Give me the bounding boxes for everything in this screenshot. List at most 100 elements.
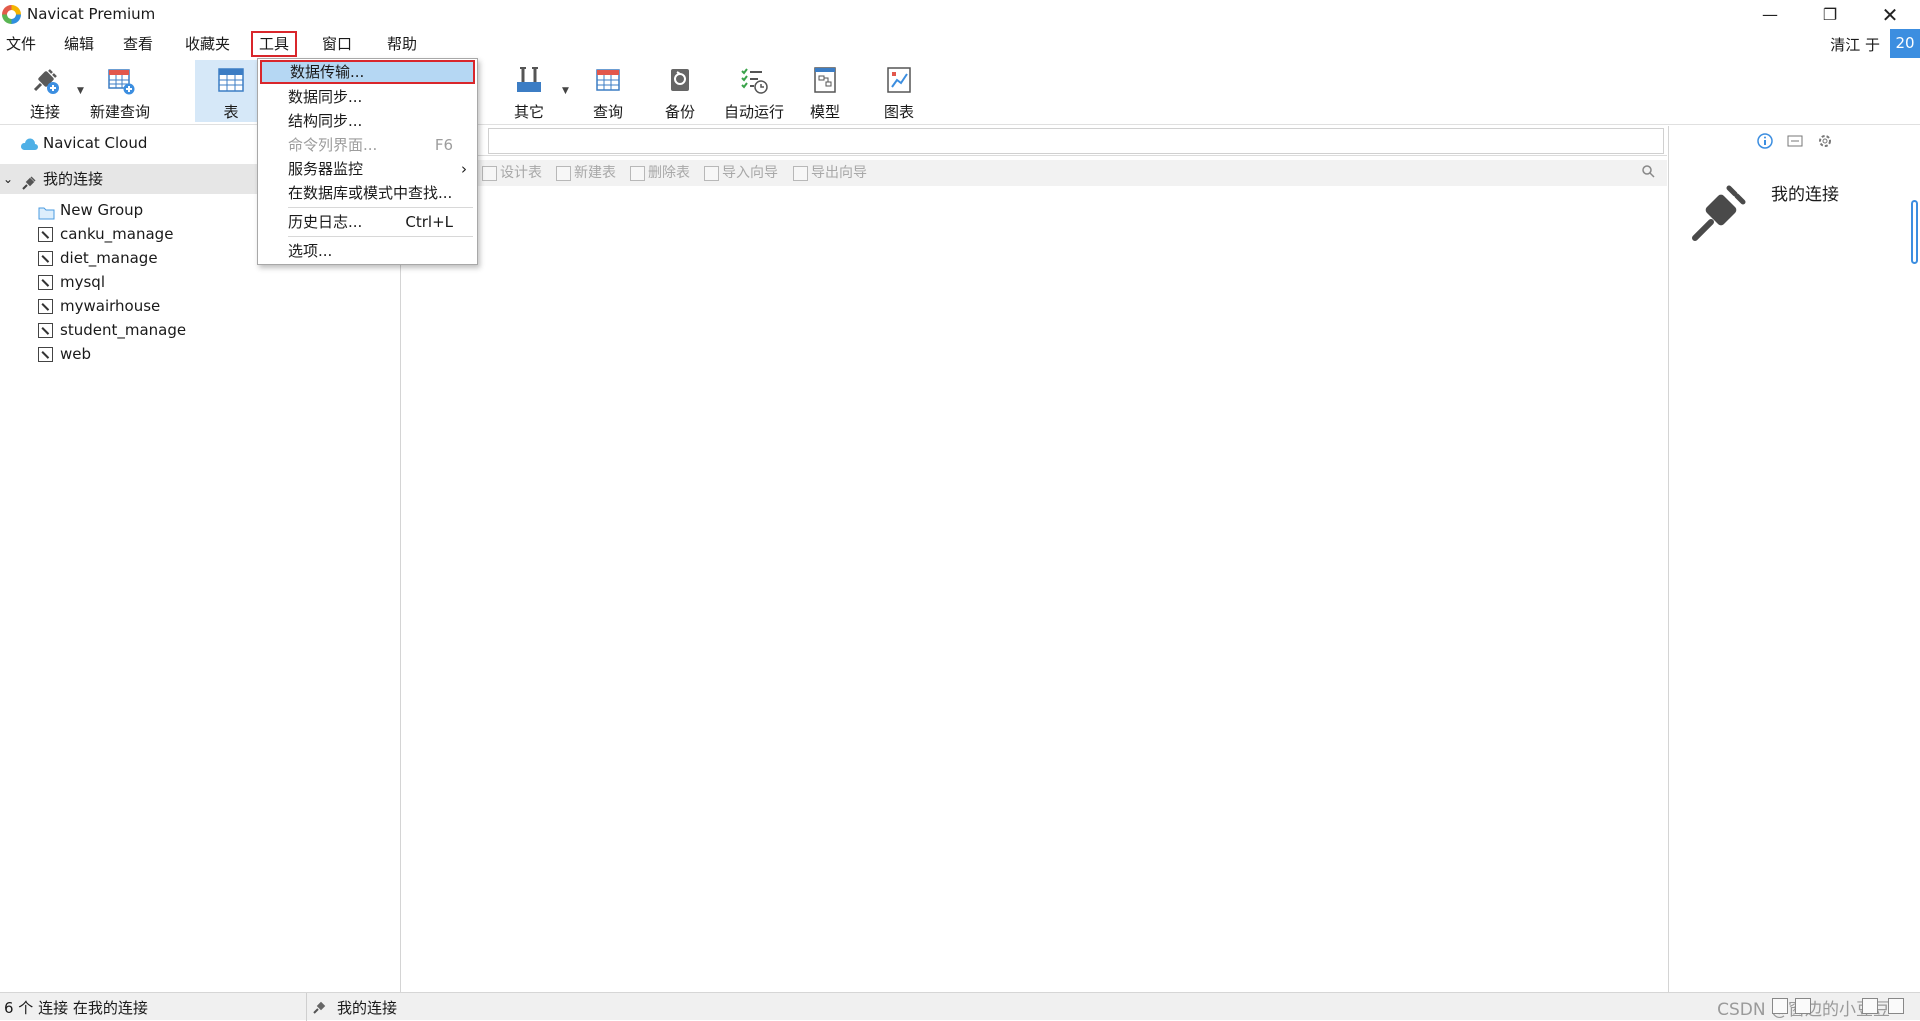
status-bar: 6 个 连接 在我的连接 我的连接 CSDN @窗边的小豆豆 xyxy=(0,992,1920,1021)
tree-item-label: canku_manage xyxy=(60,225,174,243)
status-divider xyxy=(306,993,307,1021)
menu-bar: 文件 编辑 查看 收藏夹 工具 窗口 帮助 清江 于 20 xyxy=(0,29,1920,58)
minimize-icon[interactable]: — xyxy=(1740,0,1800,29)
menu-item-label: 数据同步... xyxy=(288,88,363,106)
cloud-label: Navicat Cloud xyxy=(43,134,148,152)
tree-item-connection[interactable]: student_manage xyxy=(0,318,400,342)
new-query-button[interactable]: 新建查询 xyxy=(88,60,152,122)
menu-window[interactable]: 窗口 xyxy=(316,31,358,57)
other-dropdown-icon[interactable]: ▼ xyxy=(562,86,569,96)
mysql-connection-icon xyxy=(38,347,53,362)
table-icon xyxy=(214,63,248,97)
menu-file[interactable]: 文件 xyxy=(0,31,42,57)
menu-item-find-in-database[interactable]: 在数据库或模式中查找... xyxy=(260,181,475,205)
user-badge[interactable]: 20 xyxy=(1890,29,1920,58)
query-icon xyxy=(591,63,625,97)
settings-icon[interactable] xyxy=(1816,132,1834,150)
tree-item-label: web xyxy=(60,345,92,363)
chart-button[interactable]: 图表 xyxy=(875,60,923,122)
menu-item-label: 命令列界面... xyxy=(288,136,378,154)
info-pane: 我的连接 xyxy=(1668,126,1920,992)
user-name[interactable]: 清江 于 xyxy=(1830,34,1880,55)
menu-item-label: 数据传输... xyxy=(290,63,365,81)
import-wizard-button[interactable]: 导入向导 xyxy=(702,163,778,183)
menu-item-data-transfer[interactable]: 数据传输... xyxy=(260,60,475,84)
menu-item-server-monitor[interactable]: 服务器监控 › xyxy=(260,157,475,181)
design-table-button[interactable]: 设计表 xyxy=(480,163,542,183)
connection-plug-icon xyxy=(21,171,37,201)
schedule-icon xyxy=(737,63,771,97)
other-label: 其它 xyxy=(513,103,544,121)
close-icon[interactable]: ✕ xyxy=(1860,0,1920,29)
mysql-connection-icon xyxy=(38,251,53,266)
ddl-icon[interactable] xyxy=(1786,132,1804,150)
delete-table-button[interactable]: 删除表 xyxy=(628,163,690,183)
object-toolbar: 设计表 新建表 删除表 导入向导 导出向导 xyxy=(402,160,1667,186)
menu-separator xyxy=(288,236,473,237)
connect-label: 连接 xyxy=(29,103,60,121)
object-pane: 设计表 新建表 删除表 导入向导 导出向导 xyxy=(402,126,1667,992)
menu-separator xyxy=(288,207,473,208)
object-filter-input[interactable] xyxy=(488,128,1664,154)
grid-view-icon[interactable] xyxy=(1772,998,1788,1014)
menu-item-label: 结构同步... xyxy=(288,112,363,130)
info-pane-title: 我的连接 xyxy=(1771,185,1839,205)
status-connection-count: 6 个 连接 在我的连接 xyxy=(4,999,148,1017)
navicat-logo-icon xyxy=(2,5,21,24)
menu-item-label: 在数据库或模式中查找... xyxy=(288,184,453,202)
menu-item-command-line: 命令列界面... F6 xyxy=(260,133,475,157)
mysql-connection-icon xyxy=(38,299,53,314)
menu-item-label: 历史日志... xyxy=(288,213,363,231)
search-icon[interactable] xyxy=(1641,164,1655,182)
automation-label: 自动运行 xyxy=(723,103,784,121)
er-view-icon[interactable] xyxy=(1888,998,1904,1014)
menu-view[interactable]: 查看 xyxy=(117,31,159,57)
tree-item-label: diet_manage xyxy=(60,249,158,267)
connect-button[interactable]: 连接 xyxy=(20,60,70,122)
menu-item-history-log[interactable]: 历史日志... Ctrl+L xyxy=(260,210,475,234)
menu-item-shortcut: F6 xyxy=(434,136,453,154)
menu-item-label: 选项... xyxy=(288,242,333,260)
connect-dropdown-icon[interactable]: ▼ xyxy=(77,86,84,96)
menu-edit[interactable]: 编辑 xyxy=(58,31,100,57)
new-query-label: 新建查询 xyxy=(89,103,150,121)
automation-button[interactable]: 自动运行 xyxy=(720,60,788,122)
restore-icon[interactable]: ❐ xyxy=(1800,0,1860,29)
plug-icon xyxy=(28,63,62,97)
tree-item-label: New Group xyxy=(60,201,144,219)
menu-item-structure-sync[interactable]: 结构同步... xyxy=(260,109,475,133)
table-label: 表 xyxy=(223,103,239,121)
model-icon xyxy=(808,63,842,97)
my-connections-label: 我的连接 xyxy=(43,170,104,188)
tree-item-label: mywairhouse xyxy=(60,297,161,315)
query-button[interactable]: 查询 xyxy=(584,60,632,122)
other-button[interactable]: 其它 xyxy=(505,60,553,122)
menu-tools[interactable]: 工具 xyxy=(251,31,298,57)
list-view-icon[interactable] xyxy=(1795,998,1811,1014)
scrollbar[interactable] xyxy=(1911,200,1918,264)
model-button[interactable]: 模型 xyxy=(801,60,849,122)
chart-label: 图表 xyxy=(883,103,914,121)
chart-icon xyxy=(882,63,916,97)
export-wizard-button[interactable]: 导出向导 xyxy=(791,163,867,183)
mysql-connection-icon xyxy=(38,323,53,338)
title-bar: Navicat Premium — ❐ ✕ xyxy=(0,0,1920,29)
menu-item-options[interactable]: 选项... xyxy=(260,239,475,263)
menu-item-data-sync[interactable]: 数据同步... xyxy=(260,85,475,109)
tree-item-label: mysql xyxy=(60,273,105,291)
menu-favorites[interactable]: 收藏夹 xyxy=(179,31,236,57)
menu-help[interactable]: 帮助 xyxy=(381,31,423,57)
mysql-connection-icon xyxy=(38,227,53,242)
detail-view-icon[interactable] xyxy=(1862,998,1878,1014)
tree-item-connection[interactable]: mysql xyxy=(0,270,400,294)
backup-label: 备份 xyxy=(664,103,695,121)
status-plug-icon xyxy=(312,999,328,1019)
tree-item-connection[interactable]: web xyxy=(0,342,400,366)
backup-button[interactable]: 备份 xyxy=(656,60,704,122)
backup-icon xyxy=(663,63,697,97)
new-table-button[interactable]: 新建表 xyxy=(554,163,616,183)
info-icon[interactable] xyxy=(1756,132,1774,150)
chevron-down-icon[interactable]: ⌄ xyxy=(3,164,13,194)
tree-item-connection[interactable]: mywairhouse xyxy=(0,294,400,318)
cloud-icon xyxy=(20,135,38,159)
